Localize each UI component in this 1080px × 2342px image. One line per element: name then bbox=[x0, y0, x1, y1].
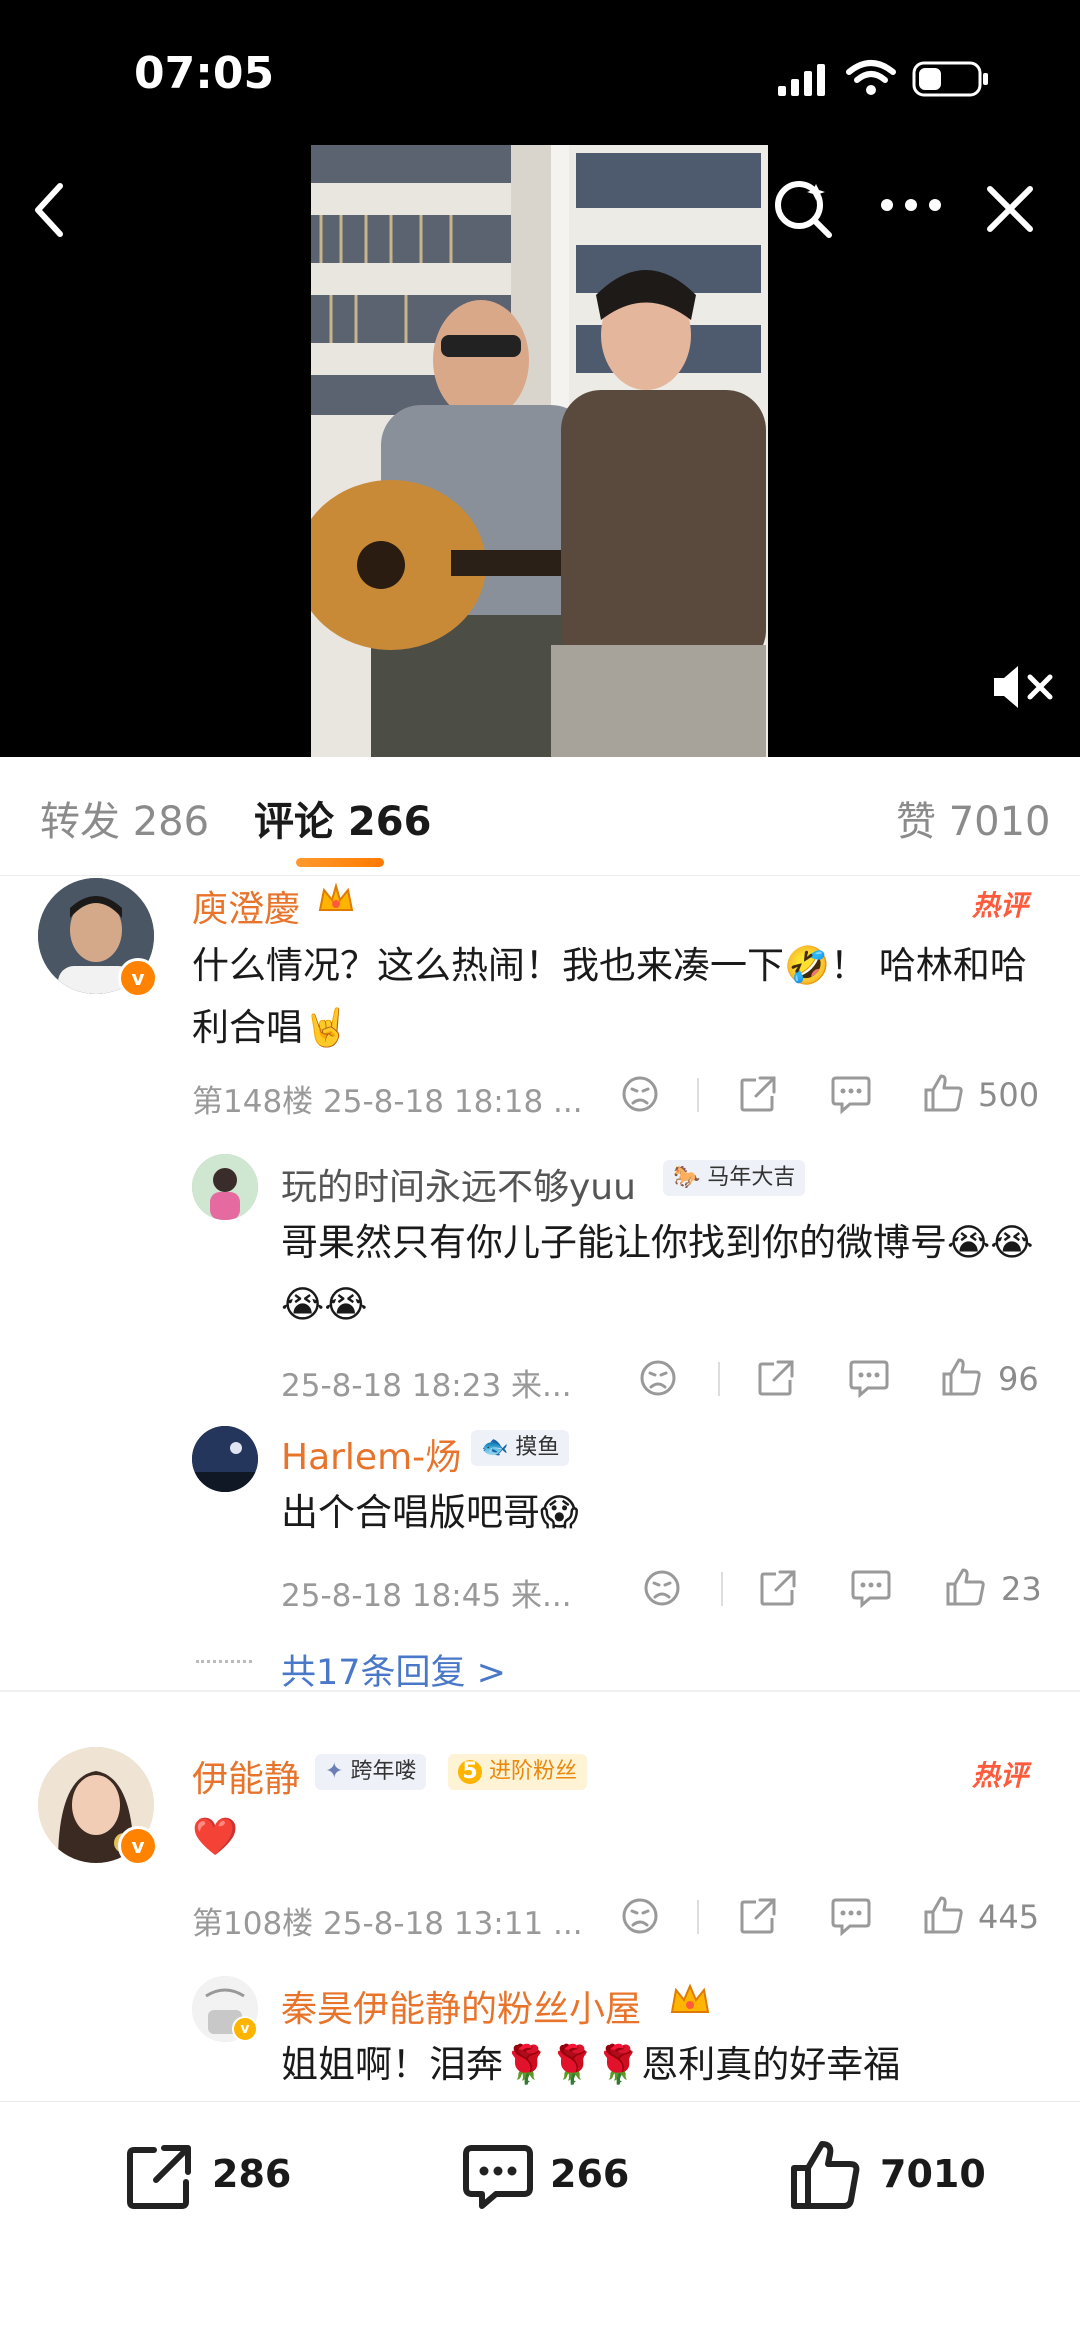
tab-comments[interactable]: 评论 266 bbox=[254, 789, 431, 847]
video-scene bbox=[311, 145, 768, 757]
reply-dots bbox=[196, 1660, 252, 1663]
comment-icon[interactable] bbox=[462, 2142, 534, 2212]
horse-icon: 🐎 bbox=[673, 1165, 701, 1190]
avatar[interactable] bbox=[192, 1426, 258, 1492]
badge-pill: 🐎 马年大吉 bbox=[663, 1160, 806, 1196]
close-icon[interactable] bbox=[985, 184, 1035, 234]
like-count: 500 bbox=[978, 1076, 1040, 1114]
reply-text: 姐姐啊！泪奔🌹🌹🌹恩利真的好幸福 bbox=[281, 2043, 901, 2086]
bottom-action-bar: 286 266 7010 bbox=[0, 2101, 1080, 2342]
badge-label: 马年大吉 bbox=[707, 1165, 796, 1190]
divider bbox=[697, 1900, 699, 1934]
avatar-image bbox=[192, 1154, 258, 1220]
avatar[interactable] bbox=[192, 1154, 258, 1220]
video-frame[interactable] bbox=[311, 145, 768, 757]
comment-text: 什么情况？这么热闹！我也来凑一下🤣！ 哈林和哈利合唱🤘 bbox=[192, 944, 1027, 1049]
comment-meta: 第148楼 25-8-18 18:18 ... bbox=[192, 1084, 583, 1120]
reply-text: 哥果然只有你儿子能让你找到你的微博号😭😭😭😭 bbox=[281, 1221, 1034, 1326]
comment-icon[interactable] bbox=[831, 1076, 871, 1114]
repost-icon[interactable] bbox=[124, 2142, 194, 2212]
more-replies-link[interactable]: 共17条回复 > bbox=[281, 1644, 506, 1695]
signal-icon bbox=[778, 64, 825, 96]
dislike-icon[interactable] bbox=[642, 1568, 682, 1608]
comment-icon[interactable] bbox=[830, 1896, 872, 1936]
like-count[interactable]: 7010 bbox=[880, 2152, 986, 2196]
badge-pill: 🐟 摸鱼 bbox=[471, 1430, 570, 1466]
like-count: 96 bbox=[998, 1360, 1039, 1398]
more-icon[interactable] bbox=[878, 196, 944, 214]
back-icon[interactable] bbox=[28, 180, 68, 240]
reply-meta: 25-8-18 18:23 来... bbox=[281, 1368, 572, 1404]
like-count: 445 bbox=[978, 1898, 1040, 1936]
share-icon[interactable] bbox=[758, 1568, 798, 1608]
crown-icon bbox=[670, 1983, 710, 2013]
like-count: 23 bbox=[1001, 1570, 1042, 1608]
divider bbox=[718, 1362, 720, 1396]
comment-text: ❤️ bbox=[192, 1815, 239, 1858]
battery-icon bbox=[912, 61, 988, 97]
tab-repost[interactable]: 转发 286 bbox=[40, 789, 209, 847]
like-icon[interactable] bbox=[790, 2138, 862, 2212]
avatar-image bbox=[192, 1426, 258, 1492]
hot-comment-tag: 热评 bbox=[972, 889, 1029, 922]
comment-meta: 第108楼 25-8-18 13:11 ... bbox=[192, 1906, 583, 1942]
verified-badge-icon: v bbox=[232, 2016, 258, 2042]
share-icon[interactable] bbox=[738, 1896, 778, 1936]
share-icon[interactable] bbox=[756, 1358, 796, 1398]
comment-username[interactable]: 伊能静 bbox=[192, 1750, 300, 1802]
dislike-icon[interactable] bbox=[638, 1358, 678, 1398]
like-icon[interactable] bbox=[922, 1072, 964, 1114]
repost-count[interactable]: 286 bbox=[212, 2152, 291, 2196]
crown-icon bbox=[318, 882, 354, 911]
reply-username[interactable]: Harlem-炀 bbox=[281, 1428, 461, 1480]
comment-icon[interactable] bbox=[848, 1358, 890, 1398]
verified-badge-icon: v bbox=[118, 958, 158, 998]
fish-icon: 🐟 bbox=[481, 1435, 509, 1460]
reply-meta: 25-8-18 18:45 来... bbox=[281, 1578, 572, 1614]
hot-comment-tag: 热评 bbox=[972, 1759, 1029, 1792]
year-badge-icon: ✦ bbox=[325, 1759, 344, 1784]
reply-username[interactable]: 秦昊伊能静的粉丝小屋 bbox=[281, 1980, 641, 2032]
dislike-icon[interactable] bbox=[620, 1074, 660, 1114]
verified-badge-icon: v bbox=[118, 1826, 158, 1866]
like-icon[interactable] bbox=[922, 1894, 964, 1936]
comment-icon[interactable] bbox=[850, 1568, 892, 1608]
badge-label: 摸鱼 bbox=[515, 1435, 560, 1460]
share-icon[interactable] bbox=[738, 1074, 778, 1114]
tab-bar: 转发 286 评论 266 赞 7010 bbox=[0, 757, 1080, 876]
wifi-icon bbox=[846, 60, 896, 95]
badge-pill: ✦ 跨年喽 bbox=[315, 1754, 427, 1790]
fan-badge: 5 进阶粉丝 bbox=[448, 1754, 588, 1790]
divider bbox=[721, 1572, 723, 1606]
search-icon[interactable] bbox=[772, 178, 834, 240]
status-time: 07:05 bbox=[134, 48, 275, 99]
fan-level: 5 bbox=[458, 1760, 482, 1784]
reply-username[interactable]: 玩的时间永远不够yuu bbox=[281, 1158, 636, 1210]
comment-separator bbox=[0, 1690, 1080, 1692]
dislike-icon[interactable] bbox=[620, 1896, 660, 1936]
like-icon[interactable] bbox=[944, 1566, 986, 1608]
divider bbox=[697, 1078, 699, 1112]
mute-icon[interactable] bbox=[990, 662, 1056, 712]
comment-count[interactable]: 266 bbox=[550, 2152, 629, 2196]
comment-username[interactable]: 庾澄慶 bbox=[192, 880, 300, 932]
badge-label: 进阶粉丝 bbox=[489, 1759, 578, 1784]
reply-text: 出个合唱版吧哥😱 bbox=[281, 1491, 579, 1534]
tab-likes[interactable]: 赞 7010 bbox=[896, 789, 1051, 847]
badge-label: 跨年喽 bbox=[350, 1759, 417, 1784]
tab-active-indicator bbox=[296, 858, 384, 867]
like-icon[interactable] bbox=[940, 1356, 982, 1398]
